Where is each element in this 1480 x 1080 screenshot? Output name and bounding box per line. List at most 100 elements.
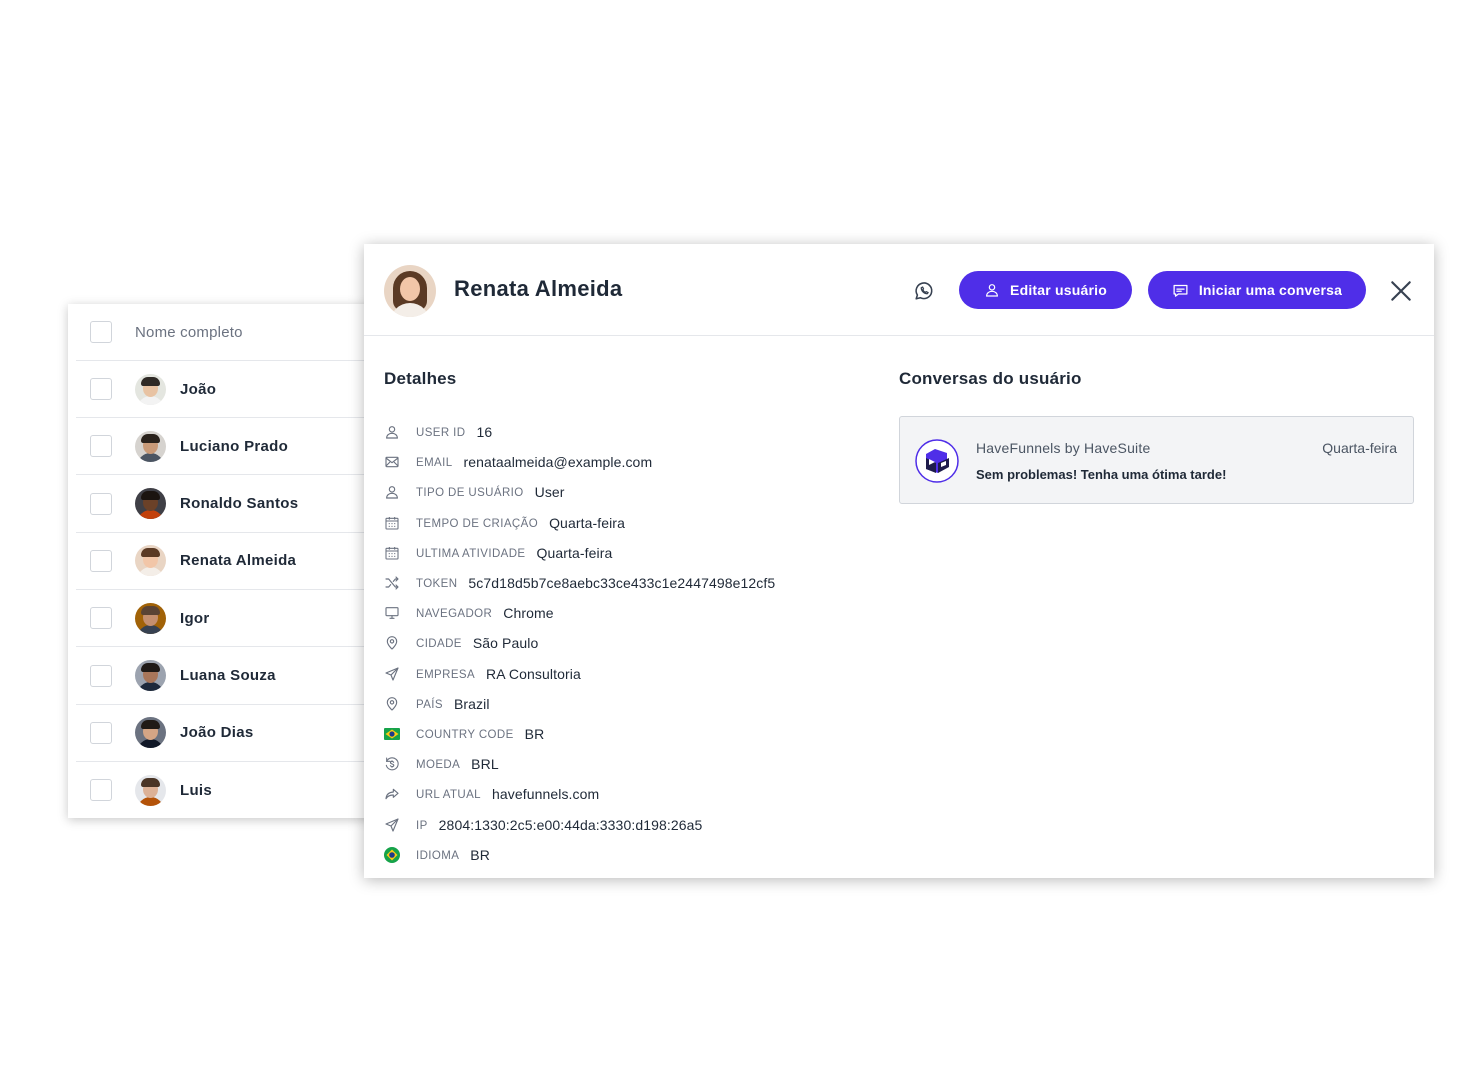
table-row[interactable]: Igor (76, 590, 388, 648)
detail-value: havefunnels.com (491, 786, 600, 803)
conversations-section-title: Conversas do usuário (899, 369, 1082, 388)
whatsapp-icon (915, 282, 933, 300)
detail-row: TEMPO DE CRIAÇÃO Quarta-feira (384, 513, 625, 533)
row-user-name[interactable]: João (180, 381, 216, 398)
detail-row: EMAIL renataalmeida@example.com (384, 452, 652, 472)
edit-user-button[interactable]: Editar usuário (959, 271, 1132, 309)
detail-row: CIDADE São Paulo (384, 633, 538, 653)
row-user-name[interactable]: Ronaldo Santos (180, 495, 298, 512)
detail-label: TEMPO DE CRIAÇÃO (416, 517, 539, 530)
start-conversation-label: Iniciar uma conversa (1198, 282, 1343, 298)
row-checkbox[interactable] (90, 549, 112, 572)
whatsapp-button[interactable] (912, 279, 936, 303)
conversation-timestamp: Quarta-feira (1322, 440, 1397, 456)
close-icon (1391, 281, 1411, 301)
detail-label: USER ID (416, 427, 466, 439)
mail-icon (384, 454, 400, 470)
table-row[interactable]: Ronaldo Santos (76, 476, 388, 533)
detail-row: NAVEGADOR Chrome (384, 603, 554, 623)
detail-label: ULTIMA ATIVIDADE (416, 547, 526, 560)
detail-label: COUNTRY CODE (416, 729, 514, 741)
close-modal-button[interactable] (1388, 278, 1414, 304)
detail-label: TIPO DE USUÁRIO (416, 487, 524, 500)
currency-icon (384, 756, 400, 772)
detail-row: ULTIMA ATIVIDADE Quarta-feira (384, 543, 612, 563)
avatar (135, 545, 166, 577)
chat-bubble-icon (1173, 284, 1188, 297)
conversation-channel-name: HaveFunnels by HaveSuite (976, 440, 1151, 456)
table-row[interactable]: Luana Souza (76, 648, 388, 705)
row-user-name[interactable]: Luana Souza (180, 667, 276, 684)
detail-value: Quarta-feira (536, 544, 613, 561)
detail-label: EMAIL (416, 457, 453, 470)
calendar-icon (384, 545, 400, 561)
detail-value: BRL (471, 756, 499, 773)
detail-row: PAÍS Brazil (384, 694, 490, 714)
details-section-title: Detalhes (384, 369, 457, 388)
row-checkbox[interactable] (90, 492, 112, 515)
detail-value: Brazil (453, 695, 490, 712)
brazil-round-flag-icon (384, 846, 400, 863)
table-row[interactable]: Luciano Prado (76, 418, 388, 476)
detail-value: 5c7d18d5b7ce8aebc33ce433c1e2447498e12cf5 (468, 575, 776, 591)
send-icon (384, 666, 400, 682)
detail-value: BR (470, 846, 490, 863)
row-user-name[interactable]: Renata Almeida (180, 552, 296, 569)
user-avatar (384, 265, 436, 317)
share-arrow-icon (384, 786, 400, 802)
select-all-checkbox[interactable] (90, 321, 112, 343)
avatar (135, 774, 166, 806)
row-checkbox[interactable] (90, 435, 112, 458)
table-row[interactable]: João (76, 361, 388, 418)
detail-value: BR (524, 726, 545, 742)
user-icon (986, 284, 998, 297)
detail-label: URL ATUAL (416, 789, 481, 802)
detail-row: EMPRESA RA Consultoria (384, 664, 581, 684)
avatar (135, 717, 166, 749)
detail-label: EMPRESA (416, 668, 476, 681)
detail-row: USER ID 16 (384, 422, 492, 442)
monitor-icon (384, 605, 400, 621)
detail-value: User (534, 484, 565, 501)
conversation-card[interactable]: HaveFunnels by HaveSuite Quarta-feira Se… (899, 416, 1414, 504)
edit-user-label: Editar usuário (1010, 282, 1107, 298)
row-user-name[interactable]: Igor (180, 610, 210, 627)
column-header-full-name: Nome completo (135, 323, 243, 341)
row-user-name[interactable]: Luciano Prado (180, 438, 288, 455)
list-header-row: Nome completo (76, 304, 388, 361)
start-conversation-button[interactable]: Iniciar uma conversa (1148, 271, 1366, 309)
row-checkbox[interactable] (90, 607, 112, 630)
row-checkbox[interactable] (90, 721, 112, 744)
row-user-name[interactable]: Luis (180, 782, 212, 799)
havefunnels-logo-icon (915, 439, 959, 483)
detail-row: COUNTRY CODE BR (384, 724, 544, 744)
brazil-flag-icon (384, 726, 400, 742)
detail-row: MOEDA BRL (384, 754, 499, 774)
modal-header: Renata Almeida Editar usuário Iniciar um… (364, 244, 1434, 336)
row-checkbox[interactable] (90, 664, 112, 687)
detail-label: MOEDA (416, 759, 461, 772)
detail-value: Quarta-feira (549, 514, 625, 531)
detail-row: IP 2804:1330:2c5:e00:44da:3330:d198:26a5 (384, 815, 702, 835)
table-row[interactable]: João Dias (76, 705, 388, 762)
detail-label: NAVEGADOR (416, 608, 493, 621)
avatar (135, 430, 166, 462)
detail-value: 2804:1330:2c5:e00:44da:3330:d198:26a5 (438, 816, 703, 833)
row-user-name[interactable]: João Dias (180, 724, 254, 741)
user-detail-modal: Renata Almeida Editar usuário Iniciar um… (364, 244, 1434, 878)
table-row[interactable]: Luis (76, 762, 388, 818)
user-list-table: Nome completo João Luciano Prado Ronaldo… (68, 304, 388, 818)
avatar (135, 602, 166, 634)
detail-label: IDIOMA (416, 849, 460, 862)
row-checkbox[interactable] (90, 378, 112, 400)
detail-label: TOKEN (416, 578, 458, 590)
detail-row: TIPO DE USUÁRIO User (384, 482, 565, 502)
user-name-title: Renata Almeida (454, 276, 623, 301)
send-icon (384, 817, 400, 833)
table-row[interactable]: Renata Almeida (76, 533, 388, 590)
shuffle-icon (384, 575, 400, 591)
user-icon (384, 424, 400, 440)
detail-label: IP (416, 819, 428, 832)
detail-value: RA Consultoria (486, 665, 581, 682)
row-checkbox[interactable] (90, 779, 112, 802)
